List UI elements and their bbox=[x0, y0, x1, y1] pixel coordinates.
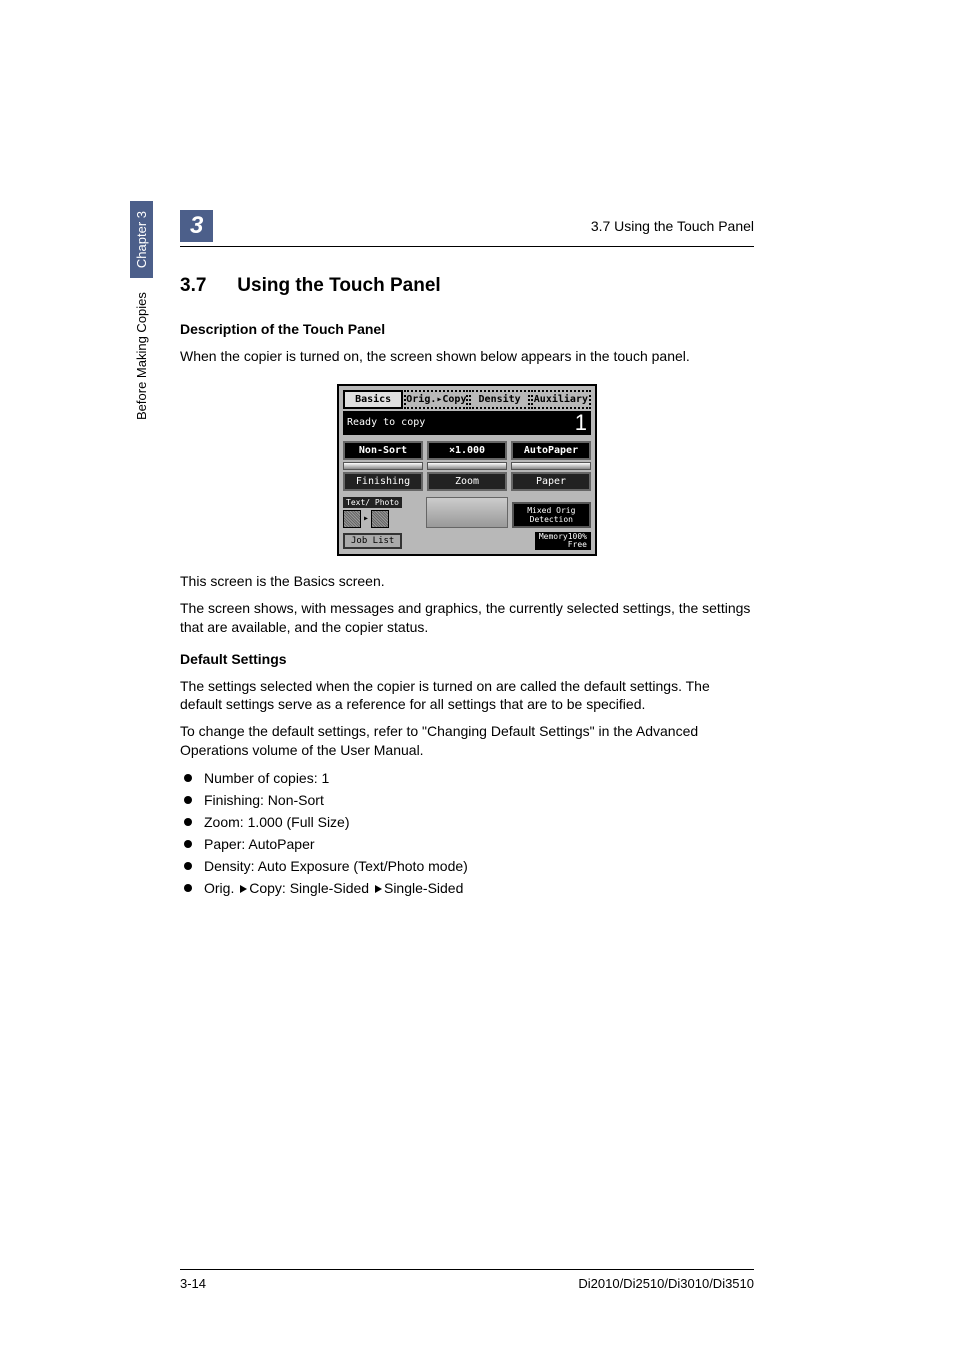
tp-joblist: Job List bbox=[343, 533, 402, 549]
tp-memory-label: Memory bbox=[539, 532, 568, 541]
tp-tab-auxiliary: Auxiliary bbox=[531, 390, 591, 409]
footer-models: Di2010/Di2510/Di3010/Di3510 bbox=[578, 1276, 754, 1291]
page-footer: 3-14 Di2010/Di2510/Di3010/Di3510 bbox=[180, 1269, 754, 1291]
intro-text: When the copier is turned on, the screen… bbox=[180, 347, 754, 366]
tp-status-bar: Ready to copy 1 bbox=[343, 411, 591, 435]
default-settings-list: Number of copies: 1 Finishing: Non-Sort … bbox=[180, 770, 754, 896]
running-head-text: 3.7 Using the Touch Panel bbox=[591, 218, 754, 234]
list-item: Zoom: 1.000 (Full Size) bbox=[180, 814, 754, 830]
touch-panel-screenshot: Basics Orig.▸Copy Density Auxiliary Read… bbox=[337, 384, 597, 556]
default-p1: The settings selected when the copier is… bbox=[180, 677, 754, 715]
tp-ae-box-right bbox=[371, 510, 389, 528]
arrow-icon bbox=[240, 885, 247, 893]
tp-memory-free: Free bbox=[568, 540, 587, 549]
chapter-badge: 3 bbox=[180, 210, 213, 242]
tp-lbl-finishing: Finishing bbox=[343, 472, 423, 491]
default-p2: To change the default settings, refer to… bbox=[180, 722, 754, 760]
tp-ae-box-left bbox=[343, 510, 361, 528]
tp-status-text: Ready to copy bbox=[347, 417, 425, 428]
tp-ae-arrow-icon: ▸ bbox=[363, 513, 369, 524]
tp-mixed-orig: Mixed Orig Detection bbox=[512, 502, 591, 528]
section-title-text: Using the Touch Panel bbox=[237, 275, 440, 296]
tp-copy-count: 1 bbox=[575, 413, 587, 433]
list-item: Orig. Copy: Single-Sided Single-Sided bbox=[180, 880, 754, 896]
list-item: Density: Auto Exposure (Text/Photo mode) bbox=[180, 858, 754, 874]
tp-btn-zoomval: ×1.000 bbox=[427, 441, 507, 460]
after-panel-line1: This screen is the Basics screen. bbox=[180, 572, 754, 591]
tp-text-photo: Text/ Photo bbox=[343, 497, 402, 508]
b6-post: Single-Sided bbox=[384, 880, 463, 896]
tp-btn-nonsort: Non-Sort bbox=[343, 441, 423, 460]
tp-tab-basics: Basics bbox=[343, 390, 403, 409]
list-item: Finishing: Non-Sort bbox=[180, 792, 754, 808]
tp-lbl-paper: Paper bbox=[511, 472, 591, 491]
arrow-icon bbox=[375, 885, 382, 893]
section-title: 3.7 Using the Touch Panel bbox=[180, 275, 754, 297]
section-number: 3.7 bbox=[180, 275, 232, 297]
after-panel-line2: The screen shows, with messages and grap… bbox=[180, 599, 754, 637]
tp-memory: Memory100% Free bbox=[535, 532, 591, 550]
b6-pre: Orig. bbox=[204, 880, 238, 896]
tp-auto-exposure: ▸ bbox=[343, 510, 422, 528]
tp-lbl-zoom: Zoom bbox=[427, 472, 507, 491]
list-item: Paper: AutoPaper bbox=[180, 836, 754, 852]
subheading-default-settings: Default Settings bbox=[180, 651, 754, 667]
list-item: Number of copies: 1 bbox=[180, 770, 754, 786]
tp-tab-density: Density bbox=[469, 390, 529, 409]
tp-btn-autopaper: AutoPaper bbox=[511, 441, 591, 460]
footer-page-number: 3-14 bbox=[180, 1276, 206, 1291]
tp-lower-mid bbox=[426, 497, 507, 528]
b6-mid: Copy: Single-Sided bbox=[249, 880, 373, 896]
subheading-description: Description of the Touch Panel bbox=[180, 321, 754, 337]
tp-tab-origcopy: Orig.▸Copy bbox=[404, 390, 468, 409]
running-header: 3 3.7 Using the Touch Panel bbox=[180, 210, 754, 247]
